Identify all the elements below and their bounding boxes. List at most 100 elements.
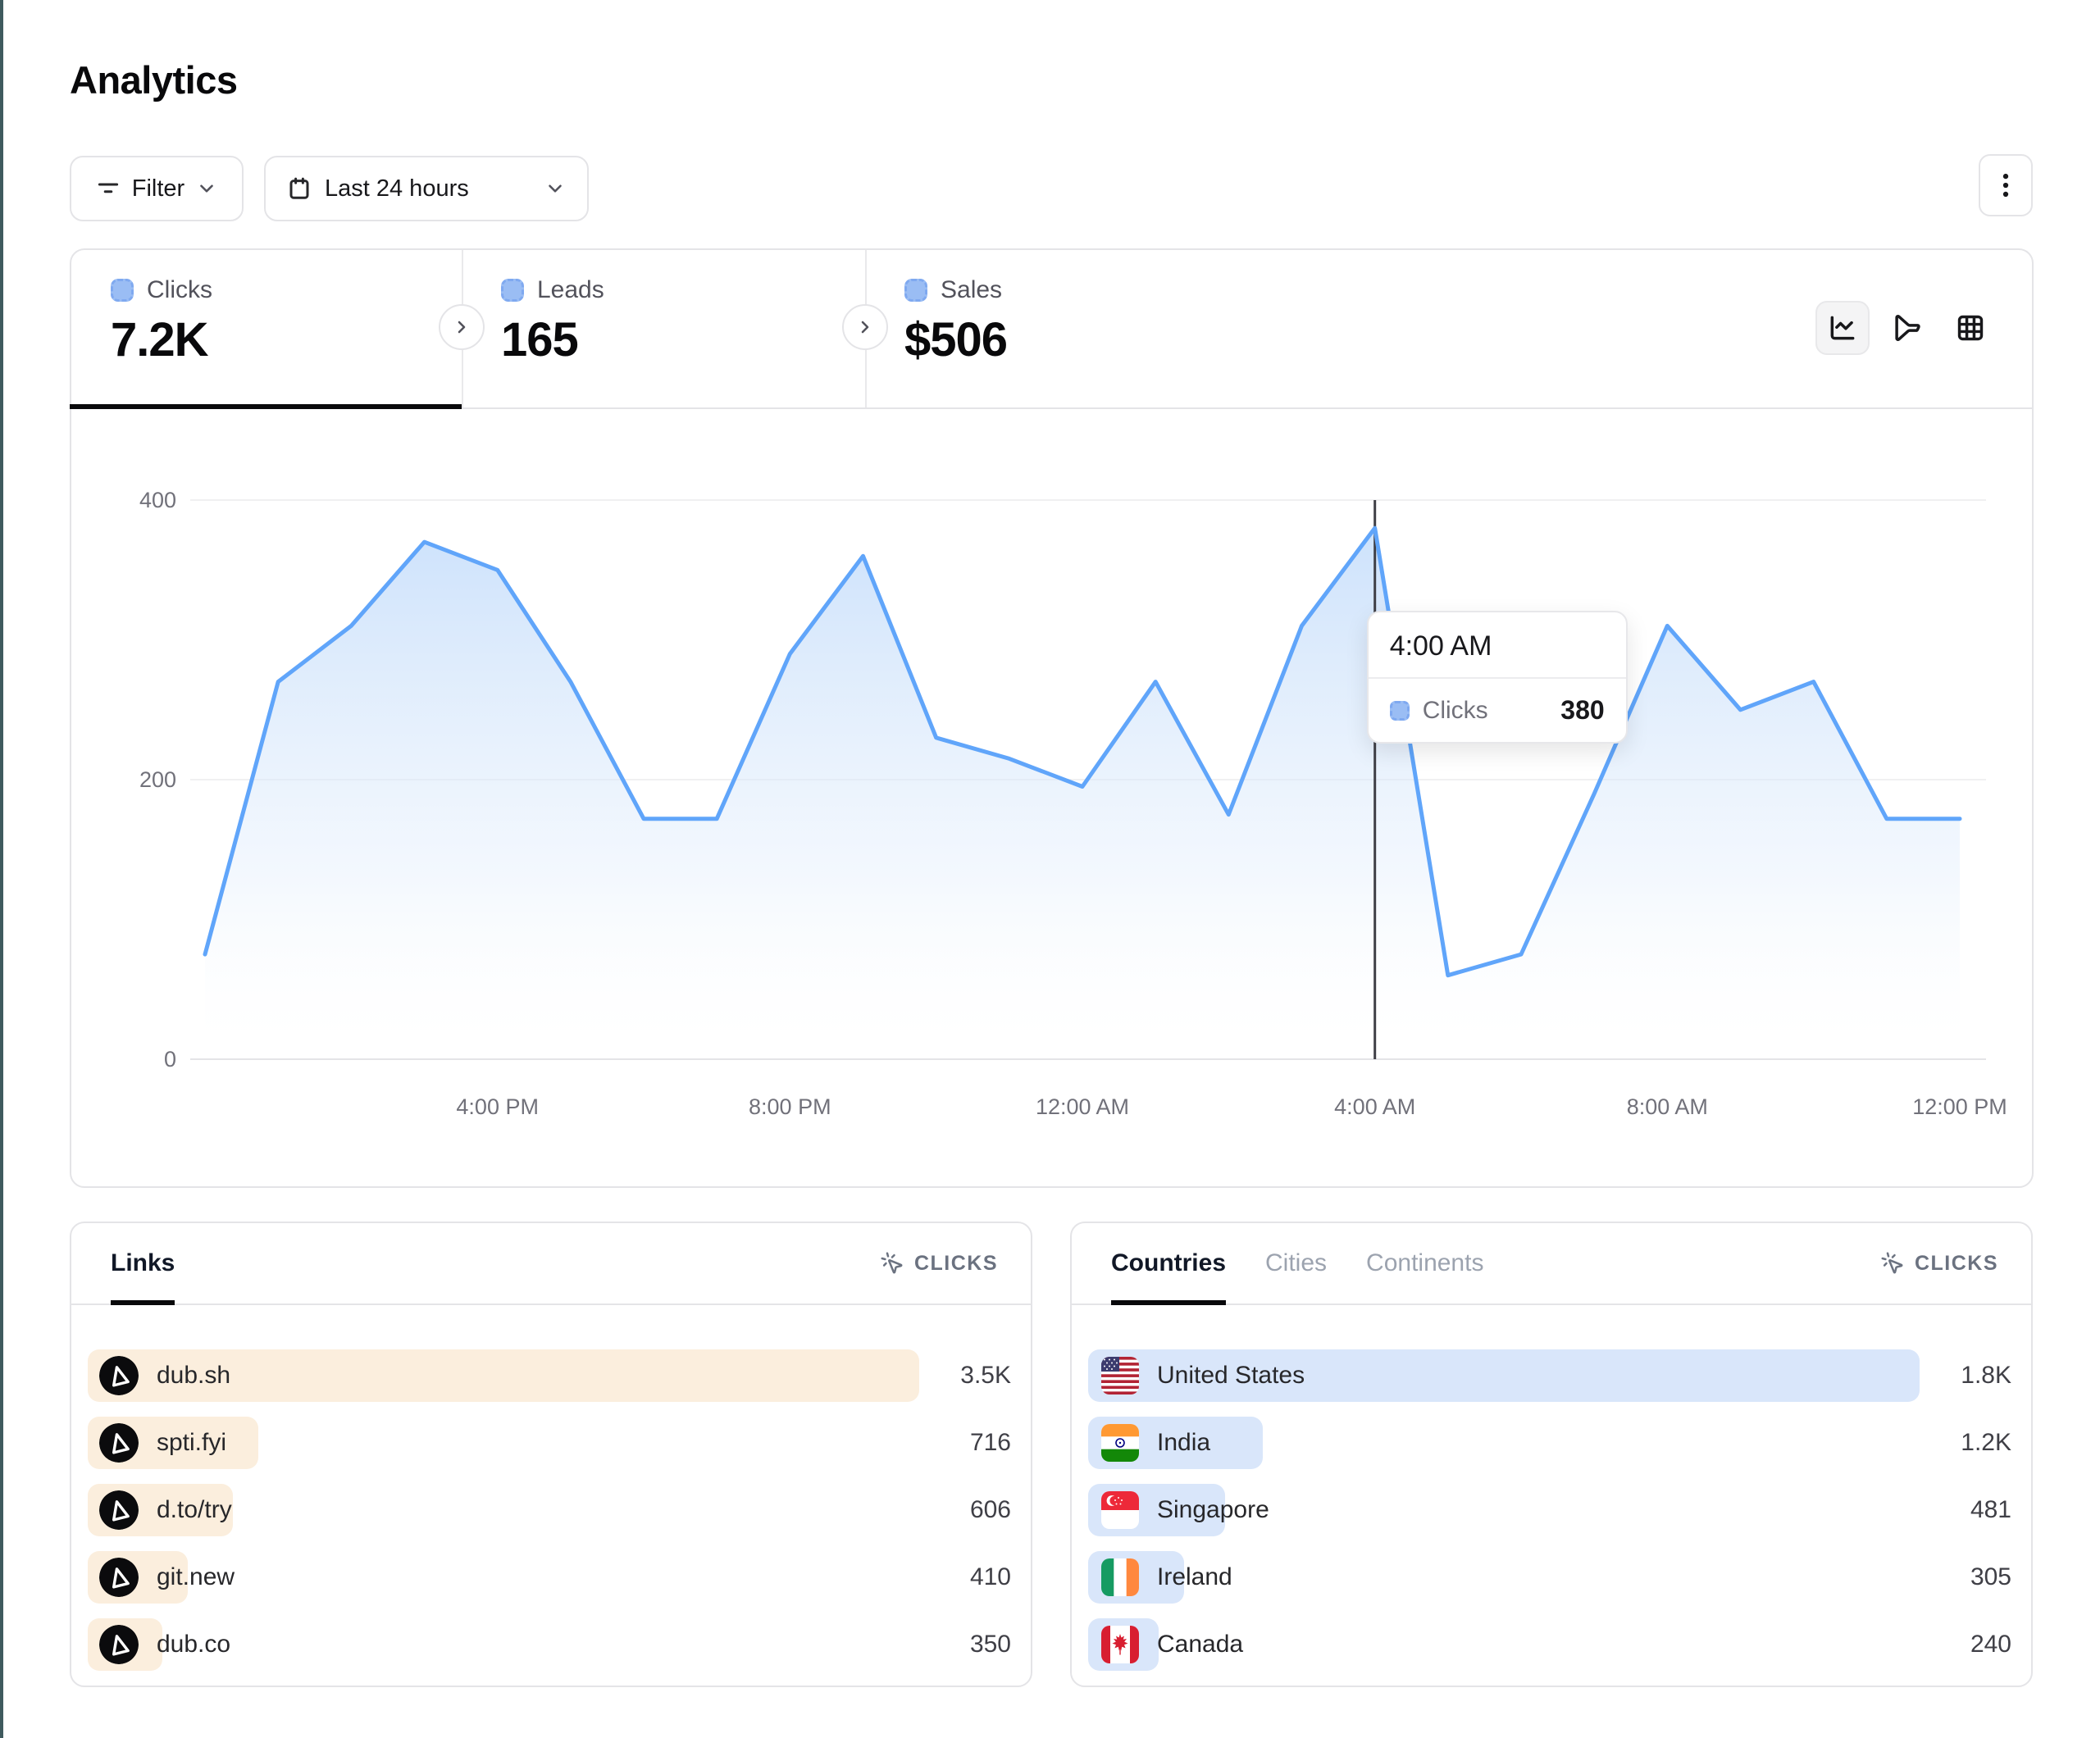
metric-label: Sales [941,276,1002,304]
tab-label: Countries [1111,1249,1226,1277]
tab-continents[interactable]: Continents [1366,1223,1483,1304]
svg-text:0: 0 [164,1047,176,1071]
metric-tab-sales[interactable]: Sales $506 [865,250,1269,407]
us-flag-icon [1101,1357,1139,1394]
country-row[interactable]: Canada 240 [1088,1618,2011,1671]
country-label: Ireland [1157,1563,1232,1591]
filter-button-label: Filter [132,175,184,202]
chevron-down-icon [196,178,217,199]
country-clicks-value: 240 [1920,1631,2011,1658]
country-row[interactable]: Ireland 305 [1088,1551,2011,1604]
leads-swatch-icon [501,279,524,302]
link-label: dub.sh [157,1362,230,1390]
metric-tab-clicks[interactable]: Clicks 7.2K [71,250,462,407]
dub-logo-icon [99,1625,139,1664]
next-metric-button[interactable] [439,304,485,350]
tab-links[interactable]: Links [111,1223,175,1304]
singapore-flag-icon [1101,1491,1139,1529]
clicks-swatch-icon [111,279,134,302]
tab-cities[interactable]: Cities [1265,1223,1327,1304]
metric-tab-leads[interactable]: Leads 165 [462,250,865,407]
line-chart-icon [1827,312,1858,344]
metric-label: Leads [537,276,604,304]
clicks-area-chart[interactable]: 02004004:00 PM8:00 PM12:00 AM4:00 AM8:00… [71,407,2030,1186]
country-clicks-value: 481 [1920,1496,2011,1524]
tab-label: Links [111,1249,175,1277]
line-chart-button[interactable] [1815,301,1870,355]
link-row[interactable]: d.to/try 606 [88,1484,1011,1536]
tab-label: Continents [1366,1249,1483,1277]
country-label: United States [1157,1362,1305,1390]
cursor-click-icon [880,1251,904,1276]
chevron-right-icon [452,317,471,337]
panel-metric-label: CLICKS [914,1252,998,1276]
calendar-icon [287,176,312,201]
link-row[interactable]: spti.fyi 716 [88,1417,1011,1469]
funnel-icon [1891,312,1922,344]
metric-value: 7.2K [111,312,462,367]
link-label: git.new [157,1563,235,1591]
chart-type-switcher [1815,301,1998,355]
country-clicks-value: 305 [1920,1563,2011,1591]
svg-text:8:00 PM: 8:00 PM [749,1094,831,1119]
panel-metric-selector[interactable]: CLICKS [1880,1251,1998,1276]
link-label: d.to/try [157,1496,232,1524]
svg-text:4:00 AM: 4:00 AM [1334,1094,1415,1119]
svg-text:12:00 PM: 12:00 PM [1912,1094,2007,1119]
ireland-flag-icon [1101,1558,1139,1596]
country-label: India [1157,1429,1210,1457]
tab-countries[interactable]: Countries [1111,1223,1226,1304]
svg-text:4:00 PM: 4:00 PM [456,1094,539,1119]
link-clicks-value: 350 [919,1631,1011,1658]
link-label: dub.co [157,1631,230,1658]
metric-value: 165 [501,312,865,367]
filter-button[interactable]: Filter [70,156,244,221]
country-clicks-value: 1.2K [1920,1429,2011,1457]
link-clicks-value: 410 [919,1563,1011,1591]
metric-value: $506 [904,312,1269,367]
sales-swatch-icon [904,279,927,302]
page-title: Analytics [70,57,237,102]
tooltip-series-label: Clicks [1423,697,1488,725]
country-row[interactable]: United States 1.8K [1088,1349,2011,1402]
country-label: Canada [1157,1631,1243,1658]
link-row[interactable]: dub.sh 3.5K [88,1349,1011,1402]
link-label: spti.fyi [157,1429,226,1457]
dub-logo-icon [99,1423,139,1463]
link-clicks-value: 606 [919,1496,1011,1524]
table-view-button[interactable] [1943,301,1998,355]
panel-metric-label: CLICKS [1915,1252,1998,1276]
next-metric-button[interactable] [842,304,888,350]
cursor-click-icon [1880,1251,1905,1276]
svg-text:12:00 AM: 12:00 AM [1036,1094,1129,1119]
country-label: Singapore [1157,1496,1269,1524]
link-clicks-value: 716 [919,1429,1011,1457]
clicks-swatch-icon [1390,701,1410,721]
link-row[interactable]: git.new 410 [88,1551,1011,1604]
svg-text:200: 200 [139,767,176,792]
funnel-chart-button[interactable] [1879,301,1934,355]
date-range-label: Last 24 hours [325,175,469,202]
metric-label: Clicks [147,276,212,304]
window-edge-accent [0,0,3,1738]
dub-logo-icon [99,1558,139,1597]
dub-logo-icon [99,1490,139,1530]
metric-tabs-row: Clicks 7.2K Leads 165 Sales $506 [71,250,2032,409]
clicks-time-series-chart[interactable]: 02004004:00 PM8:00 PM12:00 AM4:00 AM8:00… [71,407,2030,1186]
chevron-right-icon [855,317,875,337]
chart-tooltip: 4:00 AM Clicks 380 [1367,611,1628,744]
date-range-button[interactable]: Last 24 hours [264,156,589,221]
link-row[interactable]: dub.co 350 [88,1618,1011,1671]
panel-metric-selector[interactable]: CLICKS [880,1251,998,1276]
tooltip-value: 380 [1560,695,1604,726]
kebab-icon [1993,171,2018,199]
more-options-button[interactable] [1979,154,2033,216]
dub-logo-icon [99,1356,139,1395]
country-row[interactable]: Singapore 481 [1088,1484,2011,1536]
country-row[interactable]: India 1.2K [1088,1417,2011,1469]
grid-icon [1955,312,1986,344]
link-clicks-value: 3.5K [919,1362,1011,1390]
tooltip-time: 4:00 AM [1369,612,1626,677]
analytics-chart-card: Clicks 7.2K Leads 165 Sales $506 [70,248,2034,1188]
countries-panel: Countries Cities Continents CLICKS Unite… [1070,1222,2033,1687]
